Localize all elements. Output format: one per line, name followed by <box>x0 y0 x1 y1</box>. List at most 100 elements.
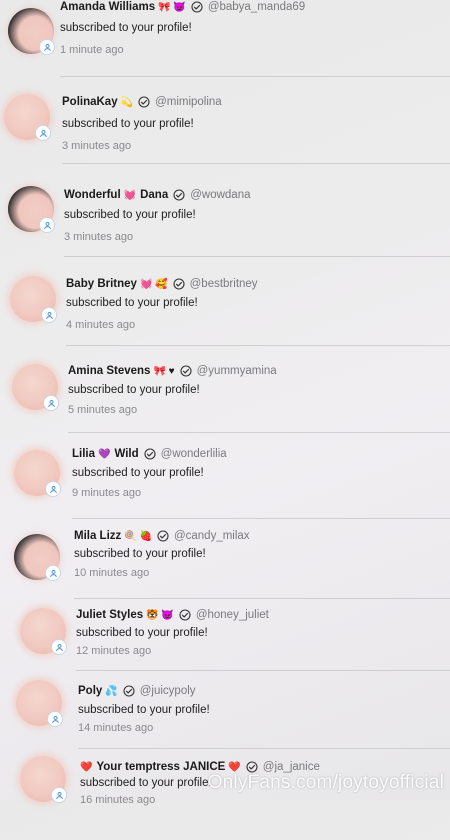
user-handle-link[interactable]: @honey_juliet <box>196 609 269 621</box>
notification-message: subscribed to your profile! <box>60 22 192 34</box>
avatar[interactable] <box>8 186 55 233</box>
user-handle-link[interactable]: @wonderlilia <box>161 448 227 460</box>
name-emoji: ❤️ <box>228 761 241 773</box>
user-handle-link[interactable]: @mimipolina <box>155 96 222 108</box>
notification-header: Juliet Styles 🐯 😈 @honey_juliet <box>76 609 269 621</box>
notification-header: PolinaKay 💫 @mimipolina <box>62 96 222 108</box>
divider <box>60 76 450 77</box>
avatar[interactable] <box>12 364 59 411</box>
notification-item[interactable]: ❤️ Your temptress JANICE ❤️ @ja_janice subsc… <box>0 752 450 840</box>
user-name-link[interactable]: Baby Britney <box>66 278 137 290</box>
notification-header: Mila Lizz 🍭 🍓 @candy_milax <box>74 530 250 542</box>
divider <box>66 345 450 346</box>
avatar[interactable] <box>16 680 63 727</box>
verified-check-icon <box>157 530 169 542</box>
notification-message: subscribed to your profile! <box>76 627 208 639</box>
notification-header: Amanda Williams 🎀 😈 @babya_manda69 <box>60 1 305 13</box>
notification-timestamp: 16 minutes ago <box>80 794 156 806</box>
user-name-link[interactable]: Mila Lizz <box>74 530 121 542</box>
user-name-link[interactable]: Juliet Styles <box>76 609 143 621</box>
divider <box>72 518 450 519</box>
name-emoji-prefix: ❤️ <box>80 761 93 773</box>
avatar[interactable] <box>4 94 51 141</box>
notification-item[interactable]: Mila Lizz 🍭 🍓 @candy_milax subscribed to yo… <box>0 522 450 610</box>
name-emoji: 💓 <box>123 189 137 201</box>
user-name-link[interactable]: Your temptress JANICE <box>96 761 225 773</box>
verified-check-icon <box>180 365 192 377</box>
subscriber-user-icon <box>43 395 59 411</box>
notification-message: subscribed to your profile! <box>72 467 204 479</box>
user-handle-link[interactable]: @bestbritney <box>190 278 258 290</box>
avatar[interactable] <box>14 534 61 581</box>
subscriber-user-icon <box>45 481 61 497</box>
notification-message: subscribed to your profile! <box>80 777 212 789</box>
name-emoji: 🎀 ♥ <box>153 365 175 377</box>
notification-header: Wonderful 💓 Dana @wowdana <box>64 189 251 201</box>
notification-header: Baby Britney 💓 🥰 @bestbritney <box>66 278 258 290</box>
user-name-link[interactable]: Amanda Williams <box>60 1 155 13</box>
name-emoji: 🎀 😈 <box>158 1 186 13</box>
avatar[interactable] <box>8 8 55 55</box>
avatar[interactable] <box>20 608 67 655</box>
divider <box>74 598 450 599</box>
subscriber-user-icon <box>41 307 57 323</box>
notification-timestamp: 5 minutes ago <box>68 404 138 416</box>
user-name-link-suffix[interactable]: Wild <box>114 448 138 460</box>
user-name-link[interactable]: Wonderful <box>64 189 121 201</box>
notification-item[interactable]: Baby Britney 💓 🥰 @bestbritney subscribed to… <box>0 262 450 350</box>
name-emoji: 💓 🥰 <box>139 278 168 290</box>
subscriber-user-icon <box>51 787 67 803</box>
user-name-link[interactable]: PolinaKay <box>62 96 118 108</box>
user-name-link-suffix[interactable]: Dana <box>140 189 168 201</box>
verified-check-icon <box>144 448 156 460</box>
notification-timestamp: 1 minute ago <box>60 44 124 56</box>
user-handle-link[interactable]: @juicypoly <box>140 685 196 697</box>
notification-timestamp: 3 minutes ago <box>62 140 132 152</box>
notification-timestamp: 14 minutes ago <box>78 722 154 734</box>
divider <box>62 163 450 164</box>
notifications-feed: Amanda Williams 🎀 😈 @babya_manda69 subscrib… <box>0 0 450 806</box>
user-handle-link[interactable]: @babya_manda69 <box>208 1 305 13</box>
avatar[interactable] <box>20 756 67 803</box>
notification-item[interactable]: Lilia 💜 Wild @wonderlilia subscribed to your… <box>0 436 450 524</box>
notification-message: subscribed to your profile! <box>68 384 200 396</box>
user-handle-link[interactable]: @wowdana <box>190 189 250 201</box>
subscriber-user-icon <box>47 711 63 727</box>
verified-check-icon <box>179 609 191 621</box>
verified-check-icon <box>123 685 135 697</box>
subscriber-user-icon <box>51 639 67 655</box>
avatar[interactable] <box>14 450 61 497</box>
avatar[interactable] <box>10 276 57 323</box>
watermark: OnlyFans.com/joytoyofficial <box>207 772 444 793</box>
name-emoji: 💦 <box>105 685 118 697</box>
notification-item[interactable]: Amanda Williams 🎀 😈 @babya_manda69 subscrib… <box>0 0 450 88</box>
notification-message: subscribed to your profile! <box>78 704 210 716</box>
notification-item[interactable]: Poly 💦 @juicypoly subscribed to your profil… <box>0 676 450 764</box>
user-name-link[interactable]: Poly <box>78 685 102 697</box>
notification-message: subscribed to your profile! <box>74 548 206 560</box>
user-handle-link[interactable]: @candy_milax <box>174 530 250 542</box>
notification-message: subscribed to your profile! <box>64 209 196 221</box>
notification-timestamp: 12 minutes ago <box>76 645 152 657</box>
divider <box>64 256 450 257</box>
notification-item[interactable]: PolinaKay 💫 @mimipolina subscribed to your … <box>0 80 450 168</box>
notification-header: Amina Stevens 🎀 ♥ @yummyamina <box>68 365 277 377</box>
user-name-link[interactable]: Lilia <box>72 448 95 460</box>
notification-header: Poly 💦 @juicypoly <box>78 685 196 697</box>
name-emoji: 🐯 😈 <box>146 609 174 621</box>
verified-check-icon <box>173 278 185 290</box>
subscriber-user-icon <box>35 125 51 141</box>
name-emoji: 💜 <box>98 448 111 460</box>
notification-item[interactable]: Amina Stevens 🎀 ♥ @yummyamina subscribed to… <box>0 350 450 438</box>
user-handle-link[interactable]: @yummyamina <box>197 365 277 377</box>
notification-timestamp: 10 minutes ago <box>74 567 150 579</box>
divider <box>68 432 450 433</box>
user-name-link[interactable]: Amina Stevens <box>68 365 150 377</box>
verified-check-icon <box>173 189 185 201</box>
subscriber-user-icon <box>39 217 55 233</box>
notification-item[interactable]: Wonderful 💓 Dana @wowdana subscribed to your… <box>0 168 450 256</box>
notification-header: Lilia 💜 Wild @wonderlilia <box>72 448 227 460</box>
notification-message: subscribed to your profile! <box>66 297 198 309</box>
divider <box>76 670 450 671</box>
subscriber-user-icon <box>45 565 61 581</box>
